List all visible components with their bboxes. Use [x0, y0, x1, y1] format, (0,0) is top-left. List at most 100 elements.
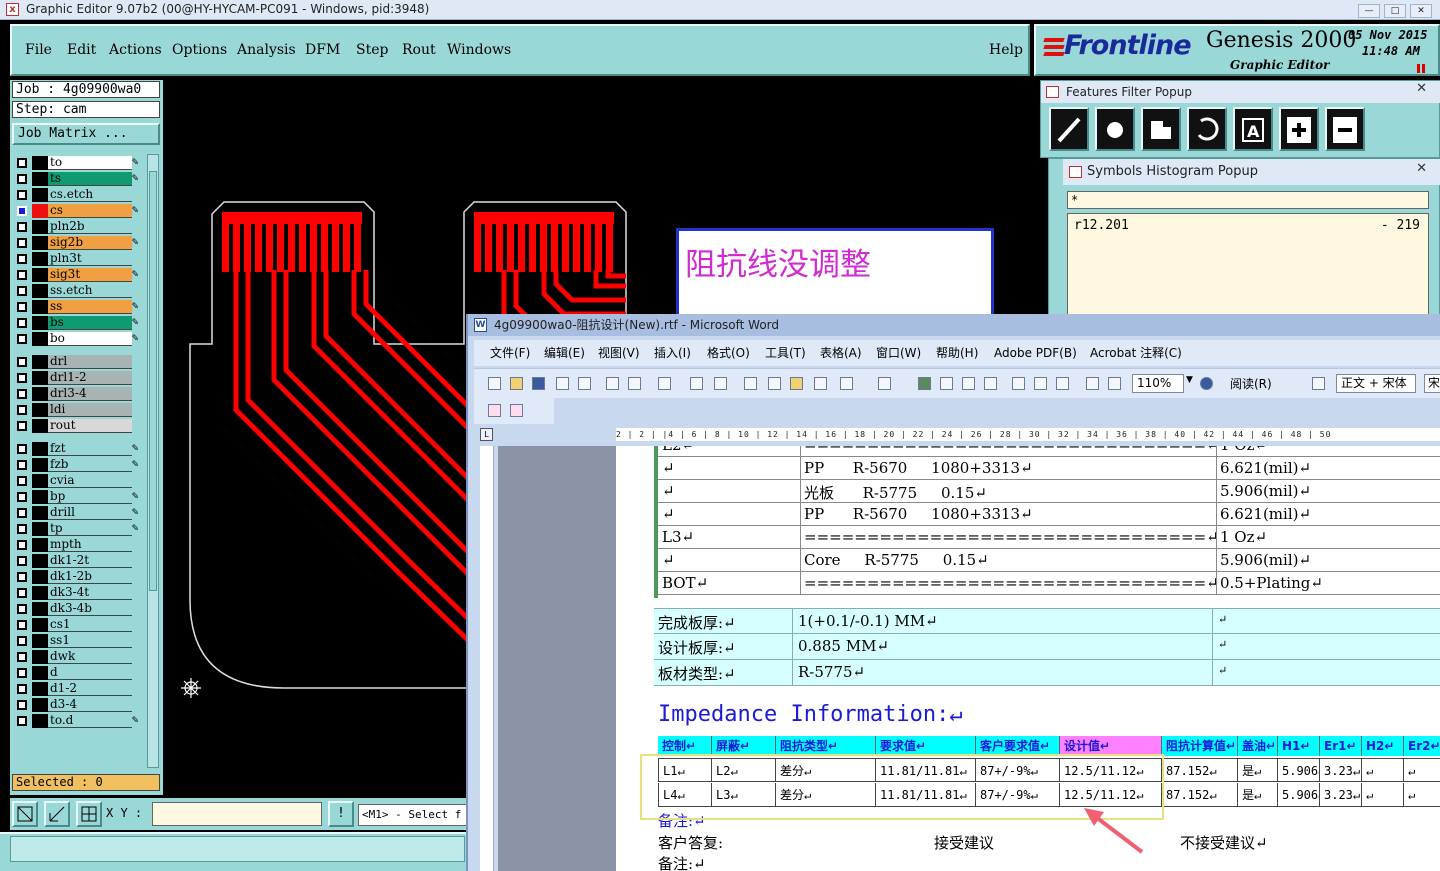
layer-name[interactable]: to — [48, 156, 132, 170]
layer-checkbox[interactable] — [17, 254, 27, 264]
layer-color-swatch[interactable] — [32, 268, 48, 282]
word-menu-tools[interactable]: 工具(T) — [765, 340, 806, 366]
layer-color-swatch[interactable] — [32, 204, 48, 218]
layer-color-swatch[interactable] — [32, 698, 48, 712]
layer-name[interactable]: dk1-2b — [48, 570, 132, 584]
layer-color-swatch[interactable] — [32, 284, 48, 298]
layer-color-swatch[interactable] — [32, 220, 48, 234]
hyperlink-icon[interactable] — [918, 377, 931, 390]
layer-checkbox[interactable] — [17, 716, 27, 726]
layer-name[interactable]: bs — [48, 316, 132, 330]
layer-row-d1-2[interactable]: d1-2 — [12, 682, 142, 696]
layer-checkbox[interactable] — [17, 318, 27, 328]
layer-row-bp[interactable]: bp ✎ — [12, 490, 142, 504]
copy-icon[interactable] — [768, 377, 781, 390]
layer-color-swatch[interactable] — [32, 419, 48, 433]
layer-name[interactable]: rout — [48, 419, 132, 433]
layer-checkbox[interactable] — [17, 556, 27, 566]
layer-name[interactable]: sig2b — [48, 236, 132, 250]
layer-row-ss.etch[interactable]: ss.etch — [12, 284, 142, 298]
layer-name[interactable]: dwk — [48, 650, 132, 664]
layer-row-dwk[interactable]: dwk — [12, 650, 142, 664]
layer-checkbox[interactable] — [17, 492, 27, 502]
document-map-icon[interactable] — [1056, 377, 1069, 390]
layer-name[interactable]: dk1-2t — [48, 554, 132, 568]
layer-color-swatch[interactable] — [32, 602, 48, 616]
layer-row-cs[interactable]: cs ✎ — [12, 204, 142, 218]
menu-step[interactable]: Step — [356, 42, 388, 58]
negative-filter-button[interactable] — [1325, 107, 1365, 151]
layer-row-drl1-2[interactable]: drl1-2 — [12, 371, 142, 385]
tables-borders-icon[interactable] — [940, 377, 953, 390]
layer-checkbox[interactable] — [17, 444, 27, 454]
drawing-icon[interactable] — [1034, 377, 1047, 390]
pdf-email-icon[interactable] — [510, 404, 523, 417]
insert-excel-icon[interactable] — [984, 377, 997, 390]
spelling-icon[interactable] — [690, 377, 703, 390]
layer-row-mpth[interactable]: mpth — [12, 538, 142, 552]
layer-name[interactable]: ss.etch — [48, 284, 132, 298]
help-icon[interactable] — [1200, 377, 1213, 390]
layer-name[interactable]: sig3t — [48, 268, 132, 282]
layer-row-fzb[interactable]: fzb ✎ — [12, 458, 142, 472]
pdf-convert-icon[interactable] — [488, 404, 501, 417]
menu-edit[interactable]: Edit — [67, 42, 96, 58]
positive-filter-button[interactable] — [1279, 107, 1319, 151]
layer-color-swatch[interactable] — [32, 538, 48, 552]
layer-color-swatch[interactable] — [32, 371, 48, 385]
layer-name[interactable]: fzt — [48, 442, 132, 456]
layer-row-ss[interactable]: ss ✎ — [12, 300, 142, 314]
layer-color-swatch[interactable] — [32, 387, 48, 401]
layer-color-swatch[interactable] — [32, 252, 48, 266]
layer-checkbox[interactable] — [17, 572, 27, 582]
layer-name[interactable]: ts — [48, 172, 132, 186]
menu-rout[interactable]: Rout — [402, 42, 436, 58]
layer-checkbox[interactable] — [17, 206, 27, 216]
close-button[interactable]: ✕ — [1410, 4, 1432, 18]
layer-color-swatch[interactable] — [32, 236, 48, 250]
layer-name[interactable]: cvia — [48, 474, 132, 488]
layer-row-cs.etch[interactable]: cs.etch — [12, 188, 142, 202]
word-menu-file[interactable]: 文件(F) — [490, 340, 530, 366]
layer-color-swatch[interactable] — [32, 586, 48, 600]
layer-row-pln2b[interactable]: pln2b — [12, 220, 142, 234]
layer-checkbox[interactable] — [17, 460, 27, 470]
layer-checkbox[interactable] — [17, 540, 27, 550]
symbol-filter-input[interactable]: * — [1067, 191, 1429, 209]
layer-row-dk1-2t[interactable]: dk1-2t — [12, 554, 142, 568]
styles-icon[interactable] — [1312, 377, 1325, 390]
layer-color-swatch[interactable] — [32, 666, 48, 680]
features-close-icon[interactable]: ✕ — [1416, 81, 1427, 96]
save-icon[interactable] — [532, 377, 545, 390]
layer-color-swatch[interactable] — [32, 682, 48, 696]
layer-row-drl3-4[interactable]: drl3-4 — [12, 387, 142, 401]
layer-checkbox[interactable] — [17, 700, 27, 710]
layer-color-swatch[interactable] — [32, 554, 48, 568]
layer-checkbox[interactable] — [17, 270, 27, 280]
layer-name[interactable]: fzb — [48, 458, 132, 472]
layer-row-ss1[interactable]: ss1 — [12, 634, 142, 648]
layer-row-sig2b[interactable]: sig2b ✎ — [12, 236, 142, 250]
layer-name[interactable]: ldi — [48, 403, 132, 417]
menu-actions[interactable]: Actions — [109, 42, 162, 58]
undo-icon[interactable] — [840, 377, 853, 390]
word-menu-edit[interactable]: 编辑(E) — [544, 340, 585, 366]
layer-name[interactable]: cs.etch — [48, 188, 132, 202]
format-icon[interactable] — [1108, 377, 1121, 390]
layer-checkbox[interactable] — [17, 357, 27, 367]
layer-color-swatch[interactable] — [32, 618, 48, 632]
menu-analysis[interactable]: Analysis — [237, 42, 296, 58]
layer-row-ldi[interactable]: ldi — [12, 403, 142, 417]
layer-name[interactable]: d1-2 — [48, 682, 132, 696]
surface-filter-button[interactable] — [1141, 107, 1181, 151]
word-menu-acrobat[interactable]: Acrobat 注释(C) — [1090, 340, 1182, 366]
zoom-select[interactable]: 110% — [1132, 374, 1184, 393]
insert-table-icon[interactable] — [962, 377, 975, 390]
font-select[interactable]: 宋体 — [1424, 374, 1440, 393]
layer-color-swatch[interactable] — [32, 316, 48, 330]
xy-input[interactable] — [152, 802, 322, 826]
layer-checkbox[interactable] — [17, 334, 27, 344]
layer-row-bs[interactable]: bs ✎ — [12, 316, 142, 330]
layer-color-swatch[interactable] — [32, 188, 48, 202]
layer-name[interactable]: drl1-2 — [48, 371, 132, 385]
